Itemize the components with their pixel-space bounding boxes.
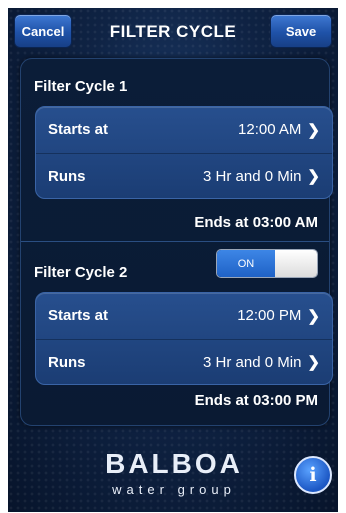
- chevron-right-icon: ❯: [307, 354, 320, 371]
- filter-cycle-1-title: Filter Cycle 1: [34, 78, 128, 95]
- filter-cycle-2-toggle[interactable]: ON: [216, 249, 318, 278]
- screen: Cancel FILTER CYCLE Save Filter Cycle 1 …: [8, 8, 338, 512]
- runs-value: 3 Hr and 0 Min ❯: [203, 167, 320, 186]
- filter-cycle-2-title: Filter Cycle 2: [34, 264, 128, 281]
- runs-label: Runs: [48, 353, 86, 371]
- starts-label: Starts at: [48, 121, 109, 138]
- filter-cycle-2-ends: Ends at 03:00 PM: [194, 392, 318, 409]
- starts-label: Starts at: [48, 307, 109, 324]
- starts-value: 12:00 AM ❯: [238, 121, 320, 139]
- balboa-logo: BALBOA water group: [94, 448, 254, 497]
- logo-brand: BALBOA: [105, 448, 243, 479]
- toggle-knob[interactable]: [275, 250, 317, 277]
- runs-value: 3 Hr and 0 Min ❯: [203, 353, 320, 372]
- filter-cycle-2-starts-row[interactable]: Starts at 12:00 PM ❯: [36, 293, 332, 338]
- chevron-right-icon: ❯: [307, 121, 320, 139]
- chevron-right-icon: ❯: [307, 307, 320, 325]
- filter-cycle-2-group: Starts at 12:00 PM ❯ Runs 3 Hr and 0 Min…: [35, 292, 333, 385]
- filter-cycle-2-runs-row[interactable]: Runs 3 Hr and 0 Min ❯: [36, 339, 332, 384]
- section-divider: [21, 241, 329, 242]
- info-icon[interactable]: i: [294, 456, 332, 494]
- save-button[interactable]: Save: [270, 14, 332, 48]
- filter-cycle-1-ends: Ends at 03:00 AM: [194, 214, 318, 231]
- filter-cycle-1-group: Starts at 12:00 AM ❯ Runs 3 Hr and 0 Min…: [35, 106, 333, 199]
- filter-cycle-1-starts-row[interactable]: Starts at 12:00 AM ❯: [36, 107, 332, 152]
- runs-label: Runs: [48, 167, 86, 185]
- toggle-on-label: ON: [217, 250, 275, 277]
- filter-cycle-1-runs-row[interactable]: Runs 3 Hr and 0 Min ❯: [36, 153, 332, 198]
- chevron-right-icon: ❯: [307, 168, 320, 185]
- starts-value: 12:00 PM ❯: [237, 307, 320, 325]
- logo-subtitle: water group: [112, 482, 236, 497]
